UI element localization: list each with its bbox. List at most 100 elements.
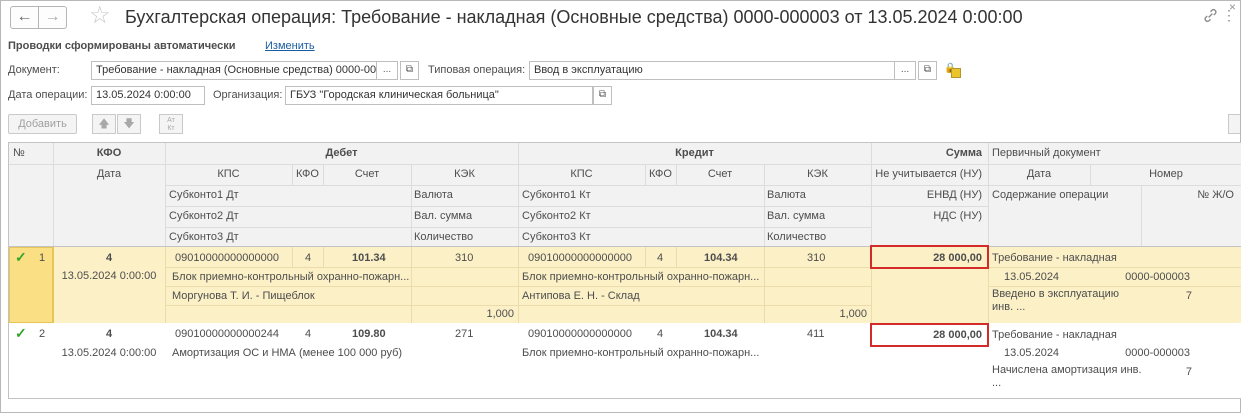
col-sub2-dt: Субконто2 Дт (169, 210, 239, 222)
row-kt-kps: 09010000000000000 (528, 252, 633, 264)
row-dt-account: 101.34 (352, 252, 386, 264)
row-pd-name: Требование - накладная (992, 252, 1117, 264)
change-link[interactable]: Изменить (265, 40, 315, 52)
col-not-counted: Не учитывается (НУ) (875, 168, 982, 180)
row-kt-sub1: Блок приемно-контрольный охранно-пожарн.… (522, 271, 760, 283)
more-button-partial[interactable] (1228, 114, 1240, 134)
col-kt-kps: КПС (570, 168, 593, 180)
col-nds: НДС (НУ) (933, 210, 982, 222)
operation-select-button[interactable]: ... (894, 61, 916, 80)
row-pd-date: 13.05.2024 (1004, 271, 1060, 283)
row-content: Начислена амортизация инв. ... (992, 364, 1142, 389)
row-content: Введено в эксплуатацию инв. ... (992, 288, 1120, 313)
forward-button[interactable]: → (38, 6, 67, 29)
arrow-up-icon: 🡅 (98, 118, 110, 130)
col-cur-amount-dt: Вал. сумма (414, 210, 473, 222)
arrow-right-icon: → (44, 8, 61, 25)
row-kfo: 4 (105, 252, 113, 264)
col-envd: ЕНВД (НУ) (926, 189, 982, 201)
row-dt-quantity: 1,000 (486, 308, 514, 320)
col-quantity-dt: Количество (414, 231, 474, 243)
postings-table[interactable]: № КФО Дата Дебет Кредит Сумма Первичный … (8, 142, 1241, 399)
row-dt-kps: 09010000000000244 (175, 328, 280, 340)
row-dt-kfo: 4 (305, 328, 312, 340)
link-icon[interactable] (1203, 8, 1218, 23)
document-select-button[interactable]: ... (376, 61, 398, 80)
col-debit: Дебет (325, 147, 358, 159)
row-dt-kps: 09010000000000000 (175, 252, 280, 264)
col-dt-kps: КПС (217, 168, 240, 180)
row-dt-account: 109.80 (352, 328, 386, 340)
date-field[interactable]: 13.05.2024 0:00:00 (91, 86, 205, 105)
col-dt-kek: КЭК (454, 168, 475, 180)
col-credit: Кредит (675, 147, 714, 159)
row-dt-kek: 310 (455, 252, 474, 264)
col-sub3-dt: Субконто3 Дт (169, 231, 239, 243)
col-primary-doc: Первичный документ (992, 147, 1101, 159)
document-open-icon[interactable]: ⧉ (400, 61, 419, 80)
row-journal-no: 7 (1185, 290, 1192, 302)
col-date: Дата (96, 168, 122, 180)
operation-field[interactable]: Ввод в эксплуатацию (529, 61, 895, 80)
move-down-button[interactable]: 🡇 (117, 114, 141, 134)
date-label: Дата операции: (8, 89, 88, 101)
org-label: Организация: (213, 89, 283, 101)
arrow-down-icon: 🡇 (123, 118, 135, 130)
close-icon[interactable]: × (1229, 0, 1236, 14)
row-dt-sub1: Амортизация ОС и НМА (менее 100 000 руб) (172, 347, 403, 359)
row-kt-quantity: 1,000 (839, 308, 867, 320)
col-sub3-kt: Субконто3 Кт (522, 231, 591, 243)
row-date: 13.05.2024 0:00:00 (61, 347, 157, 359)
row-date: 13.05.2024 0:00:00 (61, 270, 157, 282)
favorite-star-icon[interactable]: ☆ (89, 2, 111, 30)
operation-label: Типовая операция: (428, 64, 526, 76)
back-button[interactable]: ← (10, 6, 39, 29)
col-journal-no: № Ж/О (1197, 189, 1234, 201)
arrow-left-icon: ← (16, 8, 33, 25)
col-num: № (13, 147, 25, 159)
row-kt-kfo: 4 (657, 252, 664, 264)
col-kt-kfo: КФО (649, 168, 672, 180)
move-up-button[interactable]: 🡅 (92, 114, 116, 134)
org-field[interactable]: ГБУЗ "Городская клиническая больница" (285, 86, 593, 105)
col-sum: Сумма (945, 147, 982, 159)
col-content: Содержание операции (992, 189, 1109, 201)
document-field[interactable]: Требование - накладная (Основные средств… (91, 61, 377, 80)
add-button[interactable]: Добавить (8, 114, 77, 134)
row-num: 2 (39, 328, 46, 340)
col-kfo: КФО (96, 147, 122, 159)
row-kt-sub1: Блок приемно-контрольный охранно-пожарн.… (522, 347, 760, 359)
col-quantity-kt: Количество (767, 231, 827, 243)
row-kt-kfo: 4 (657, 328, 664, 340)
col-sub1-dt: Субконто1 Дт (169, 189, 239, 201)
sort-label-top: Ат (167, 117, 175, 124)
col-dt-kfo: КФО (296, 168, 319, 180)
row-sum: 28 000,00 (933, 252, 982, 264)
col-sub1-kt: Субконто1 Кт (522, 189, 591, 201)
org-open-icon[interactable]: ⧉ (593, 86, 612, 105)
col-sub2-kt: Субконто2 Кт (522, 210, 591, 222)
row-pd-number: 0000-000003 (1125, 271, 1190, 283)
row-num: 1 (39, 252, 46, 264)
page-title: Бухгалтерская операция: Требование - нак… (125, 7, 1023, 27)
row-sum: 28 000,00 (933, 329, 982, 341)
posting-status: Проводки сформированы автоматически (8, 40, 236, 52)
sort-label-bottom: Кт (167, 125, 175, 132)
row-kt-kek: 411 (807, 328, 825, 340)
operation-open-icon[interactable]: ⧉ (918, 61, 937, 80)
col-cur-amount-kt: Вал. сумма (767, 210, 826, 222)
col-kt-kek: КЭК (807, 168, 828, 180)
swap-dt-kt-button[interactable]: Ат Кт (159, 114, 183, 134)
row-pd-name: Требование - накладная (992, 329, 1117, 341)
row-kt-account: 104.34 (704, 252, 738, 264)
row-kfo: 4 (105, 328, 113, 340)
document-label: Документ: (8, 64, 60, 76)
cube-icon (951, 68, 961, 78)
checkmark-icon: ✓ (15, 325, 27, 341)
row-journal-no: 7 (1185, 366, 1192, 378)
row-kt-account: 104.34 (704, 328, 738, 340)
row-pd-date: 13.05.2024 (1004, 347, 1060, 359)
col-currency-kt: Валюта (767, 189, 806, 201)
row-dt-sub1: Блок приемно-контрольный охранно-пожарн.… (172, 271, 409, 283)
row-pd-number: 0000-000003 (1125, 347, 1190, 359)
